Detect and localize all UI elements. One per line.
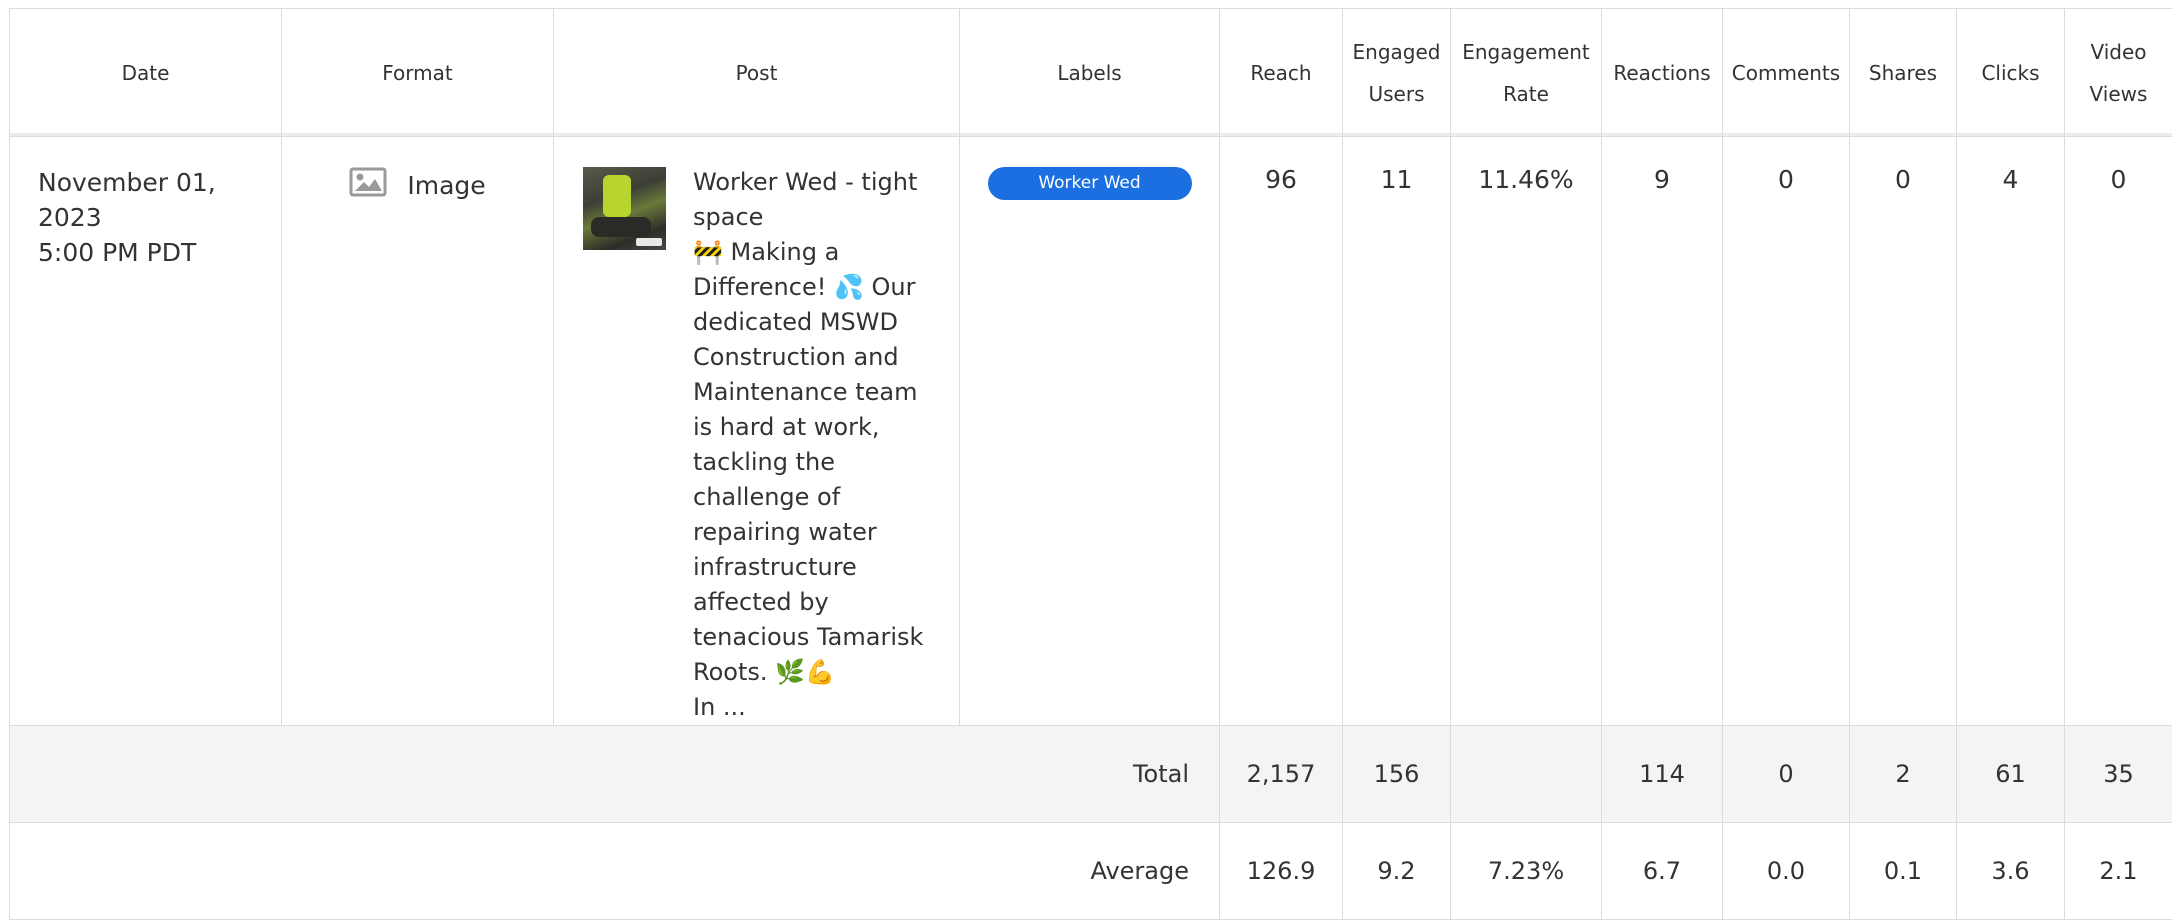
average-reactions: 6.7 bbox=[1602, 823, 1723, 920]
total-comments: 0 bbox=[1723, 726, 1850, 823]
comments-value: 0 bbox=[1723, 137, 1850, 726]
total-row: Total 2,157 156 114 0 2 61 35 bbox=[10, 726, 2172, 823]
engagement-rate-value: 11.46% bbox=[1451, 137, 1602, 726]
average-video-views: 2.1 bbox=[2065, 823, 2172, 920]
column-header-clicks[interactable]: Clicks bbox=[1957, 9, 2065, 137]
average-row: Average 126.9 9.2 7.23% 6.7 0.0 0.1 3.6 … bbox=[10, 823, 2172, 920]
average-comments: 0.0 bbox=[1723, 823, 1850, 920]
total-engagement-rate bbox=[1451, 726, 1602, 823]
table-header-row: Date Format Post Labels Reach EngagedUse… bbox=[10, 9, 2172, 137]
engaged-users-value: 11 bbox=[1343, 137, 1451, 726]
video-views-value: 0 bbox=[2065, 137, 2172, 726]
total-reach: 2,157 bbox=[1220, 726, 1343, 823]
average-label: Average bbox=[10, 823, 1220, 920]
format-cell: Image bbox=[282, 137, 554, 726]
total-clicks: 61 bbox=[1957, 726, 2065, 823]
column-header-video-views[interactable]: VideoViews bbox=[2065, 9, 2172, 137]
column-header-labels[interactable]: Labels bbox=[960, 9, 1220, 137]
average-shares: 0.1 bbox=[1850, 823, 1957, 920]
total-label: Total bbox=[10, 726, 1220, 823]
total-reactions: 114 bbox=[1602, 726, 1723, 823]
post-time: 5:00 PM PDT bbox=[38, 235, 281, 270]
date-cell: November 01, 2023 5:00 PM PDT bbox=[10, 137, 282, 726]
column-header-post[interactable]: Post bbox=[554, 9, 960, 137]
reactions-value: 9 bbox=[1602, 137, 1723, 726]
average-engaged-users: 9.2 bbox=[1343, 823, 1451, 920]
total-shares: 2 bbox=[1850, 726, 1957, 823]
column-header-engagement-rate[interactable]: EngagementRate bbox=[1451, 9, 1602, 137]
average-engagement-rate: 7.23% bbox=[1451, 823, 1602, 920]
average-clicks: 3.6 bbox=[1957, 823, 2065, 920]
shares-value: 0 bbox=[1850, 137, 1957, 726]
post-date: November 01, 2023 bbox=[38, 165, 281, 235]
reach-value: 96 bbox=[1220, 137, 1343, 726]
average-reach: 126.9 bbox=[1220, 823, 1343, 920]
post-cell: Worker Wed - tight space 🚧 Making a Diff… bbox=[554, 137, 960, 726]
post-text[interactable]: Worker Wed - tight space 🚧 Making a Diff… bbox=[693, 165, 943, 725]
column-header-shares[interactable]: Shares bbox=[1850, 9, 1957, 137]
label-tag[interactable]: Worker Wed bbox=[988, 167, 1192, 200]
posts-table: Date Format Post Labels Reach EngagedUse… bbox=[9, 8, 2172, 920]
column-header-comments[interactable]: Comments bbox=[1723, 9, 1850, 137]
column-header-date[interactable]: Date bbox=[10, 9, 282, 137]
column-header-format[interactable]: Format bbox=[282, 9, 554, 137]
table-row: November 01, 2023 5:00 PM PDT Image bbox=[10, 137, 2172, 726]
column-header-reactions[interactable]: Reactions bbox=[1602, 9, 1723, 137]
total-video-views: 35 bbox=[2065, 726, 2172, 823]
column-header-reach[interactable]: Reach bbox=[1220, 9, 1343, 137]
total-engaged-users: 156 bbox=[1343, 726, 1451, 823]
format-label: Image bbox=[407, 171, 485, 200]
post-thumbnail[interactable] bbox=[583, 167, 666, 250]
column-header-engaged-users[interactable]: EngagedUsers bbox=[1343, 9, 1451, 137]
image-icon bbox=[349, 167, 387, 203]
clicks-value: 4 bbox=[1957, 137, 2065, 726]
labels-cell: Worker Wed bbox=[960, 137, 1220, 726]
